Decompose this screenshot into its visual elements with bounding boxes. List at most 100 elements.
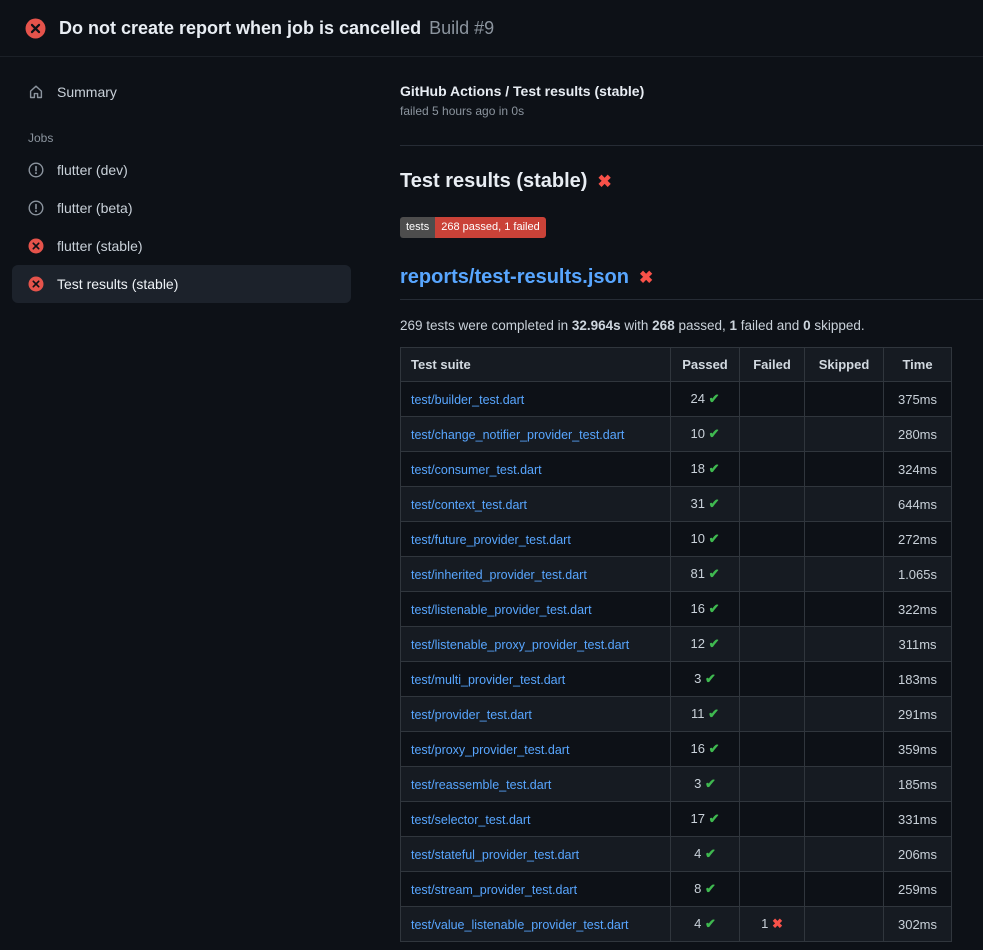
sidebar-item-test-results-stable[interactable]: Test results (stable) [12,265,351,303]
passed-cell: 16 ✔ [671,732,740,767]
test-suite-link[interactable]: test/reassemble_test.dart [411,778,551,792]
test-suite-link[interactable]: test/inherited_provider_test.dart [411,568,587,582]
time-cell: 322ms [884,592,952,627]
check-icon: ✔ [709,461,720,476]
test-suite-link[interactable]: test/consumer_test.dart [411,463,542,477]
test-suite-link[interactable]: test/multi_provider_test.dart [411,673,565,687]
col-test-suite: Test suite [401,348,671,382]
main-content: GitHub Actions / Test results (stable) f… [400,57,983,950]
table-row: test/listenable_provider_test.dart 16 ✔ 32… [401,592,952,627]
neutral-status-icon [28,200,44,216]
failed-cell [740,732,805,767]
passed-cell: 10 ✔ [671,522,740,557]
skipped-cell [805,417,884,452]
test-suite-link[interactable]: test/provider_test.dart [411,708,532,722]
time-cell: 183ms [884,662,952,697]
x-circle-icon [28,238,44,254]
check-icon: ✔ [705,776,716,791]
sidebar-item-label: flutter (dev) [57,162,128,178]
check-icon: ✔ [709,426,720,441]
x-circle-icon [28,276,44,292]
table-row: test/stateful_provider_test.dart4 ✔206ms [401,837,952,872]
failed-x-icon: ✖ [639,269,653,286]
test-suite-link[interactable]: test/builder_test.dart [411,393,524,407]
skipped-cell [805,627,884,662]
test-suite-link[interactable]: test/listenable_provider_test.dart [411,603,592,617]
test-suite-link[interactable]: test/stream_provider_test.dart [411,883,577,897]
time-cell: 291ms [884,697,952,732]
build-number: Build #9 [429,18,494,39]
test-suite-link[interactable]: test/change_notifier_provider_test.dart [411,428,624,442]
sidebar-item-summary[interactable]: Summary [12,73,351,111]
skipped-cell [805,592,884,627]
summary-failed: 1 [730,318,738,333]
report-link[interactable]: reports/test-results.json [400,266,629,289]
skipped-cell [805,662,884,697]
skipped-cell [805,382,884,417]
passed-cell: 18 ✔ [671,452,740,487]
skipped-cell [805,837,884,872]
passed-cell: 8 ✔ [671,872,740,907]
skipped-cell [805,487,884,522]
failed-x-icon: ✖ [597,173,611,190]
check-icon: ✔ [705,881,716,896]
passed-cell: 4 ✔ [671,907,740,942]
time-cell: 375ms [884,382,952,417]
failed-cell [740,382,805,417]
check-icon: ✔ [709,566,720,581]
skipped-cell [805,732,884,767]
sidebar-item-label: Test results (stable) [57,276,178,292]
test-suite-link[interactable]: test/future_provider_test.dart [411,533,571,547]
skipped-cell [805,452,884,487]
test-suite-link[interactable]: test/selector_test.dart [411,813,531,827]
skipped-cell [805,767,884,802]
table-row: test/builder_test.dart24 ✔375ms [401,382,952,417]
test-suite-link[interactable]: test/stateful_provider_test.dart [411,848,579,862]
table-row: test/proxy_provider_test.dart 16 ✔ 359ms [401,732,952,767]
time-cell: 359ms [884,732,952,767]
status-line: failed 5 hours ago in 0s [400,104,983,118]
tests-badge: tests 268 passed, 1 failed [400,217,546,238]
sidebar-item-flutter-stable[interactable]: flutter (stable) [12,227,351,265]
badge-label: tests [400,217,435,238]
sidebar-item-flutter-beta[interactable]: flutter (beta) [12,189,351,227]
table-row: test/future_provider_test.dart10 ✔272ms [401,522,952,557]
sidebar-item-flutter-dev[interactable]: flutter (dev) [12,151,351,189]
table-row: test/consumer_test.dart18 ✔324ms [401,452,952,487]
passed-cell: 16 ✔ [671,592,740,627]
test-suite-link[interactable]: test/context_test.dart [411,498,527,512]
time-cell: 259ms [884,872,952,907]
passed-cell: 12 ✔ [671,627,740,662]
time-cell: 311ms [884,627,952,662]
test-suite-link[interactable]: test/proxy_provider_test.dart [411,743,569,757]
table-row: test/selector_test.dart17 ✔331ms [401,802,952,837]
skipped-cell [805,697,884,732]
test-suite-link[interactable]: test/value_listenable_provider_test.dart [411,918,629,932]
check-icon: ✔ [705,846,716,861]
passed-cell: 3 ✔ [671,767,740,802]
failed-cell [740,592,805,627]
time-cell: 1.065s [884,557,952,592]
check-icon: ✔ [709,636,720,651]
check-icon: ✔ [705,916,716,931]
section-heading-label: Test results (stable) [400,170,587,193]
col-passed: Passed [671,348,740,382]
page-title: Do not create report when job is cancell… [59,18,494,39]
x-icon: ✖ [772,916,783,931]
table-row: test/reassemble_test.dart3 ✔185ms [401,767,952,802]
test-suite-link[interactable]: test/listenable_proxy_provider_test.dart [411,638,629,652]
table-row: test/inherited_provider_test.dart81 ✔1.0… [401,557,952,592]
failed-cell [740,487,805,522]
check-icon: ✔ [709,811,720,826]
table-row: test/change_notifier_provider_test.dart1… [401,417,952,452]
skipped-cell [805,907,884,942]
check-icon: ✔ [708,706,719,721]
check-icon: ✔ [709,531,720,546]
failed-cell [740,662,805,697]
passed-cell: 31 ✔ [671,487,740,522]
failed-cell: 1 ✖ [740,907,805,942]
failed-cell [740,767,805,802]
summary-passed: 268 [652,318,675,333]
failed-cell [740,417,805,452]
passed-cell: 11 ✔ [671,697,740,732]
